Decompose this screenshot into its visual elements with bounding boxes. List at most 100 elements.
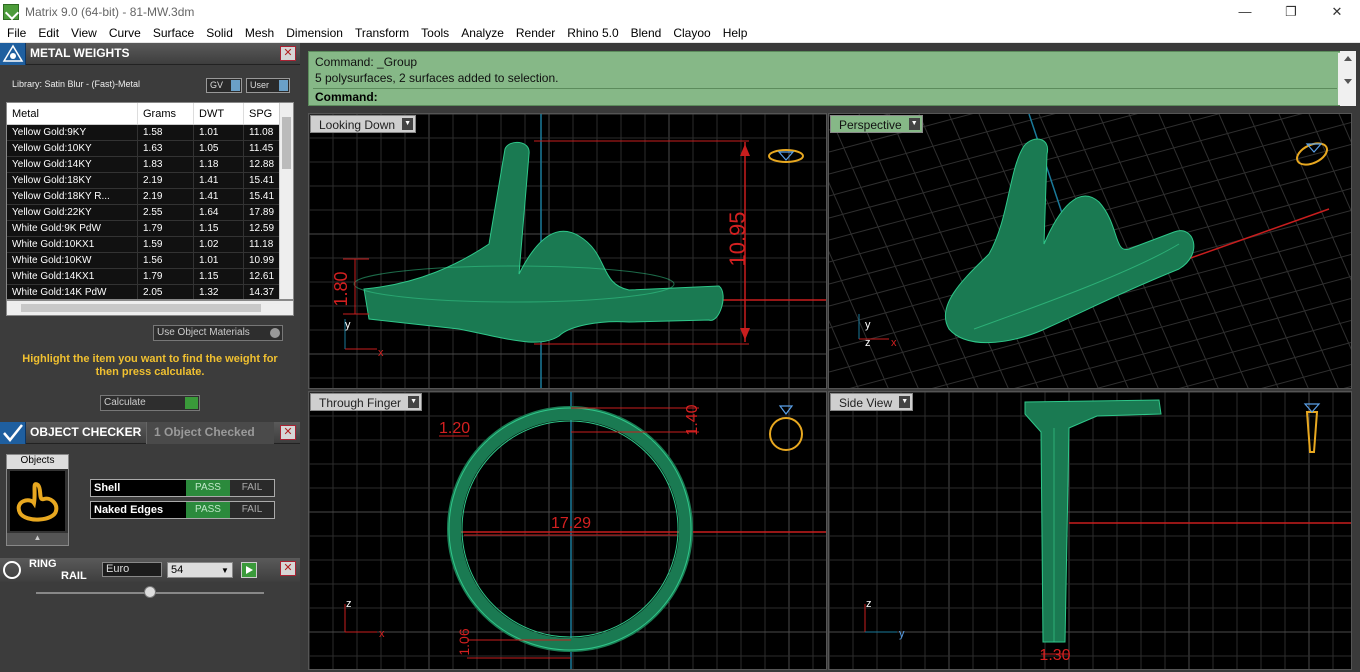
menu-analyze[interactable]: Analyze: [454, 26, 509, 40]
table-cell: Yellow Gold:18KY: [7, 173, 138, 188]
menu-render[interactable]: Render: [509, 26, 560, 40]
table-cell: 11.18: [244, 237, 280, 252]
ring-side-nav-icon[interactable]: [1303, 403, 1321, 453]
column-metal[interactable]: Metal: [7, 103, 138, 124]
window-scrollbar[interactable]: [1340, 51, 1356, 106]
table-cell: 1.83: [138, 157, 194, 172]
viewport-looking-down[interactable]: 10.95 1.80 y x Looking Down ▼: [308, 113, 827, 389]
table-row[interactable]: Yellow Gold:9KY 1.58 1.01 11.08: [7, 125, 293, 141]
menu-surface[interactable]: Surface: [146, 26, 199, 40]
table-row[interactable]: Yellow Gold:14KY 1.83 1.18 12.88: [7, 157, 293, 173]
table-cell: 11.45: [244, 141, 280, 156]
restore-button[interactable]: ❐: [1268, 0, 1314, 23]
axis-y-label-perspective: y: [865, 319, 871, 331]
axis-y-label-side: y: [899, 628, 905, 640]
ring-standard-field[interactable]: Euro: [102, 562, 162, 577]
ring-rail-close-icon[interactable]: ✕: [280, 561, 296, 576]
chevron-down-icon: ▼: [408, 396, 420, 408]
menu-blend[interactable]: Blend: [624, 26, 667, 40]
menu-rhino[interactable]: Rhino 5.0: [560, 26, 623, 40]
table-body: Yellow Gold:9KY 1.58 1.01 11.08 Yellow Gold:…: [7, 125, 293, 299]
table-horizontal-scrollbar[interactable]: [6, 300, 294, 316]
table-cell: White Gold:10KW: [7, 253, 138, 268]
dimension-top-width: 1.20: [439, 420, 470, 437]
viewport-label-through-finger[interactable]: Through Finger ▼: [310, 393, 423, 411]
objects-thumbnail-box[interactable]: Objects ▲: [6, 454, 69, 546]
ring-size-select[interactable]: 54 ▼: [167, 562, 233, 578]
dimension-top-thickness: 1.40: [684, 404, 701, 435]
object-checker-close-icon[interactable]: ✕: [280, 425, 296, 440]
use-object-materials-label: Use Object Materials: [157, 327, 250, 338]
ring-rail-title-line1: RING: [29, 558, 57, 570]
command-prompt-input[interactable]: Command:: [313, 88, 1337, 105]
model-top-view: 10.95 1.80 y x: [331, 114, 826, 388]
menu-file[interactable]: File: [0, 26, 31, 40]
table-cell: 1.32: [194, 285, 244, 299]
model-front-view: 17.29 1.20 1.40 1.06 z x: [344, 392, 826, 669]
window-title: Matrix 9.0 (64-bit) - 81-MW.3dm: [25, 4, 195, 19]
column-spg[interactable]: SPG: [244, 103, 280, 124]
perspective-title: Perspective: [839, 118, 902, 132]
command-history-line-1: Command: _Group: [315, 55, 418, 69]
axis-z-label-perspective: z: [865, 337, 871, 349]
menu-transform[interactable]: Transform: [348, 26, 414, 40]
table-cell: 1.59: [138, 237, 194, 252]
table-row[interactable]: White Gold:9K PdW 1.79 1.15 12.59: [7, 221, 293, 237]
ring-front-nav-icon[interactable]: [769, 405, 803, 451]
side-view-title: Side View: [839, 396, 893, 410]
viewport-through-finger[interactable]: 17.29 1.20 1.40 1.06 z x Through Finger ▼: [308, 391, 827, 670]
gv-toggle[interactable]: GV: [206, 78, 242, 93]
viewport-perspective[interactable]: y z x Perspective ▼: [828, 113, 1352, 389]
metal-weights-close-icon[interactable]: ✕: [280, 46, 296, 61]
menu-tools[interactable]: Tools: [414, 26, 454, 40]
table-cell: 1.15: [194, 269, 244, 284]
menu-dimension[interactable]: Dimension: [279, 26, 348, 40]
thumbnail-expand-icon[interactable]: ▲: [7, 533, 68, 545]
table-row[interactable]: Yellow Gold:10KY 1.63 1.05 11.45: [7, 141, 293, 157]
viewport-label-perspective[interactable]: Perspective ▼: [830, 115, 923, 133]
table-row[interactable]: White Gold:14KX1 1.79 1.15 12.61: [7, 269, 293, 285]
menu-mesh[interactable]: Mesh: [238, 26, 279, 40]
menu-edit[interactable]: Edit: [31, 26, 64, 40]
table-cell: 1.02: [194, 237, 244, 252]
menu-curve[interactable]: Curve: [102, 26, 146, 40]
user-toggle[interactable]: User: [246, 78, 290, 93]
table-vertical-scrollbar[interactable]: [279, 103, 293, 299]
viewport-label-looking-down[interactable]: Looking Down ▼: [310, 115, 417, 133]
ring-top-nav-icon[interactable]: [768, 149, 804, 163]
menu-solid[interactable]: Solid: [199, 26, 238, 40]
table-cell: 1.01: [194, 253, 244, 268]
column-grams[interactable]: Grams: [138, 103, 194, 124]
ring-perspective-nav-icon[interactable]: [1294, 139, 1331, 169]
table-row[interactable]: Yellow Gold:18KY 2.19 1.41 15.41: [7, 173, 293, 189]
table-cell: Yellow Gold:18KY R...: [7, 189, 138, 204]
viewport-side-view[interactable]: 1.30 z y Side View ▼: [828, 391, 1352, 670]
menu-help[interactable]: Help: [716, 26, 753, 40]
table-row[interactable]: White Gold:14K PdW 2.05 1.32 14.37: [7, 285, 293, 299]
menu-view[interactable]: View: [64, 26, 102, 40]
table-cell: 2.19: [138, 173, 194, 188]
naked-edges-fail-badge: FAIL: [230, 502, 274, 518]
table-cell: 1.41: [194, 173, 244, 188]
calculate-button[interactable]: Calculate: [100, 395, 200, 411]
table-row[interactable]: White Gold:10KW 1.56 1.01 10.99: [7, 253, 293, 269]
table-row[interactable]: Yellow Gold:18KY R... 2.19 1.41 15.41: [7, 189, 293, 205]
left-panel: METAL WEIGHTS ✕ Library: Satin Blur - (F…: [0, 43, 300, 672]
menu-clayoo[interactable]: Clayoo: [666, 26, 715, 40]
ring-rail-apply-button[interactable]: [241, 562, 257, 578]
close-button[interactable]: ✕: [1314, 0, 1360, 23]
viewport-label-side-view[interactable]: Side View ▼: [830, 393, 914, 411]
table-cell: 1.63: [138, 141, 194, 156]
column-dwt[interactable]: DWT: [194, 103, 244, 124]
table-cell: 1.15: [194, 221, 244, 236]
table-row[interactable]: White Gold:10KX1 1.59 1.02 11.18: [7, 237, 293, 253]
axis-x-label-perspective: x: [891, 337, 897, 349]
dimension-height: 10.95: [725, 211, 750, 266]
object-checker-header: OBJECT CHECKER 1 Object Checked ✕: [0, 422, 300, 444]
ring-size-slider-handle[interactable]: [144, 586, 156, 598]
use-object-materials-toggle[interactable]: Use Object Materials: [153, 325, 283, 341]
table-row[interactable]: Yellow Gold:22KY 2.55 1.64 17.89: [7, 205, 293, 221]
minimize-button[interactable]: —: [1222, 0, 1268, 23]
gv-toggle-label: GV: [210, 80, 224, 90]
naked-edges-check-row: Naked Edges PASS FAIL: [90, 501, 275, 519]
